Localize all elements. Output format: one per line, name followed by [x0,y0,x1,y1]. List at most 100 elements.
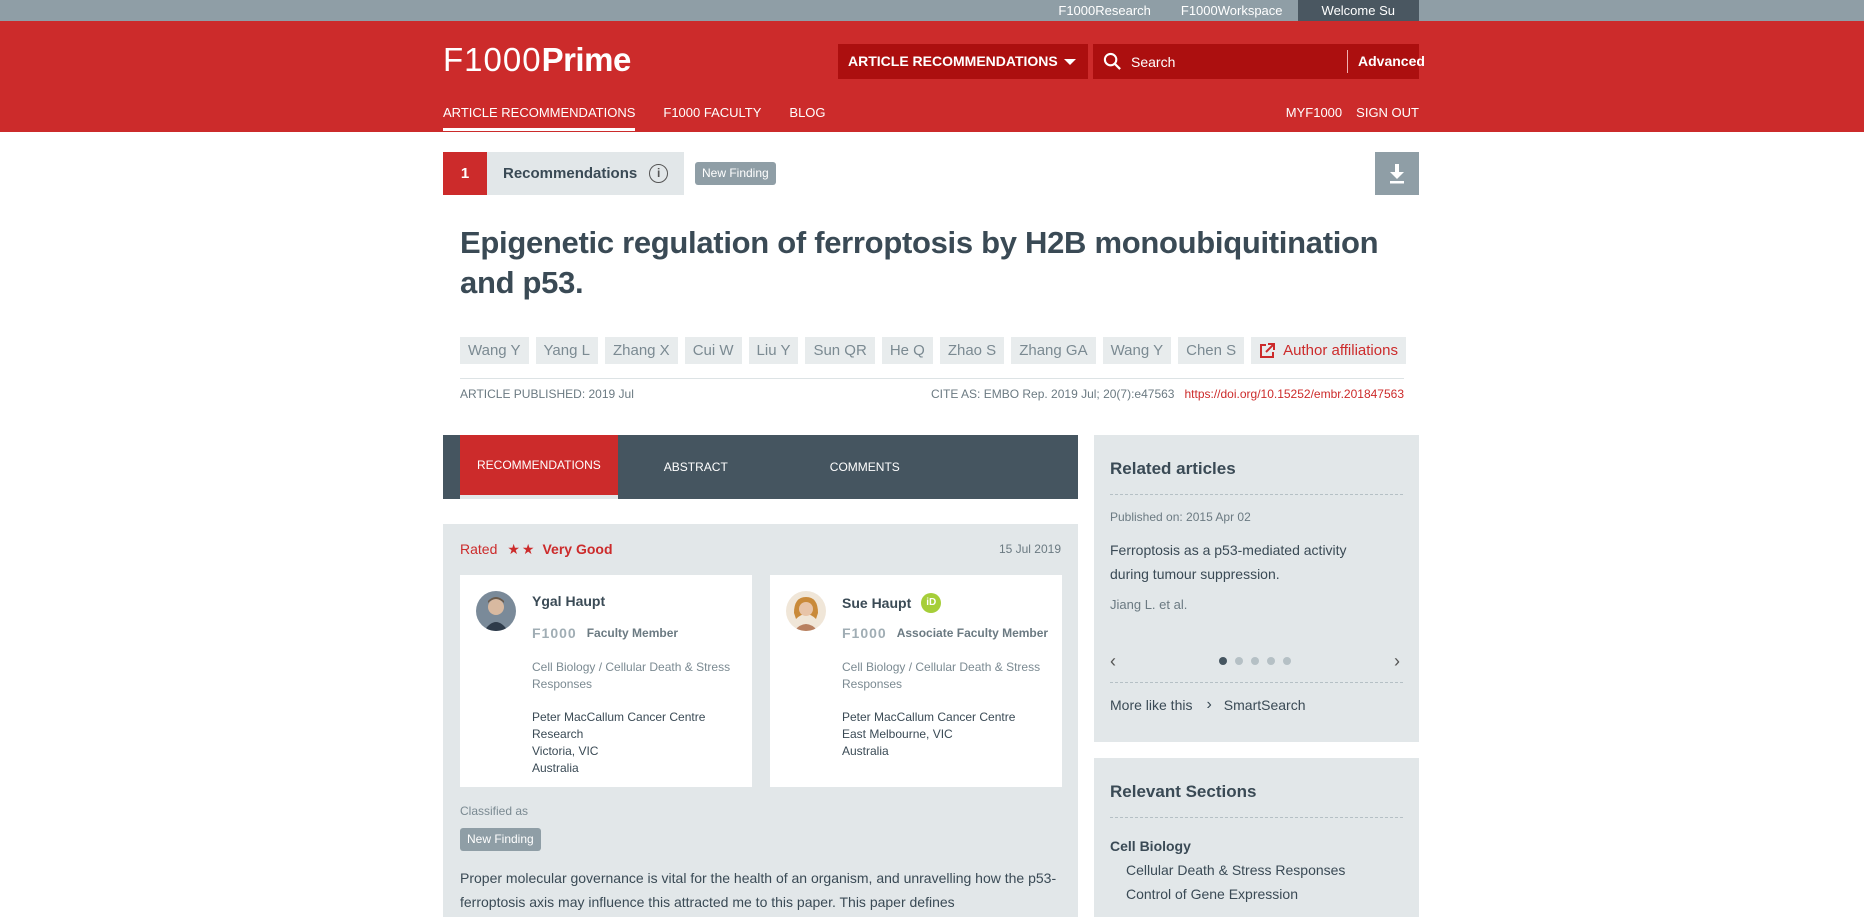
pager-dot[interactable] [1283,657,1291,665]
recommendations-label: Recommendations [503,165,638,182]
avatar[interactable] [786,591,826,631]
f1000research-link[interactable]: F1000Research [1043,0,1166,21]
avatar[interactable] [476,591,516,631]
article-tabs: RECOMMENDATIONS ABSTRACT COMMENTS [443,435,1078,499]
author-tag[interactable]: Zhang X [604,337,678,364]
reviewer-section[interactable]: Cell Biology / Cellular Death & Stress R… [842,659,1042,693]
welcome-user[interactable]: Welcome Su [1297,0,1419,21]
recommendation-date: 15 Jul 2019 [998,542,1061,556]
address-line: Australia [532,761,579,775]
classification-badge[interactable]: New Finding [460,828,541,851]
published-date: ARTICLE PUBLISHED: 2019 Jul [460,387,634,401]
chevron-right-icon: › [1206,696,1212,713]
pager-dot[interactable] [1267,657,1275,665]
tab-recommendations[interactable]: RECOMMENDATIONS [460,435,618,499]
nav-blog[interactable]: BLOG [789,105,825,131]
reviewer-address: Peter MacCallum Cancer Centre East Melbo… [842,709,1042,760]
search-icon[interactable] [1103,52,1122,71]
author-tag[interactable]: Wang Y [460,337,529,364]
reviewer-name[interactable]: Sue Haupt iD [842,593,942,613]
related-articles-heading: Related articles [1110,459,1236,478]
relevant-sections-heading: Relevant Sections [1110,782,1257,801]
address-line: Australia [842,744,889,758]
carousel-pager [1219,657,1299,665]
author-tag[interactable]: Chen S [1178,337,1245,364]
more-like-this[interactable]: More like this › SmartSearch [1110,696,1306,714]
section-subcategory[interactable]: Cellular Death & Stress Responses [1126,862,1345,878]
nav-sign-out[interactable]: SIGN OUT [1356,105,1419,121]
main-nav: ARTICLE RECOMMENDATIONS F1000 FACULTY BL… [443,105,854,131]
pager-dot[interactable] [1251,657,1259,665]
relevant-sections-panel: Relevant Sections Cell Biology Cellular … [1094,758,1419,917]
chevron-down-icon [1064,59,1076,65]
search-category-label: ARTICLE RECOMMENDATIONS [848,53,1058,69]
advanced-search-link[interactable]: Advanced [1358,44,1425,79]
recommendation-text: Proper molecular governance is vital for… [460,870,1057,910]
author-affiliations-label: Author affiliations [1283,342,1398,359]
author-list: Wang Y Yang L Zhang X Cui W Liu Y Sun QR… [460,337,1406,364]
new-finding-badge: New Finding [695,162,776,185]
article-title: Epigenetic regulation of ferroptosis by … [460,225,1379,300]
related-article-authors: Jiang L. et al. [1110,597,1188,612]
download-icon [1390,164,1404,184]
reviewer-address: Peter MacCallum Cancer Centre Research V… [532,709,732,777]
nav-article-recommendations[interactable]: ARTICLE RECOMMENDATIONS [443,105,636,131]
nav-f1000-faculty[interactable]: F1000 FACULTY [663,105,761,131]
related-article-title[interactable]: Ferroptosis as a p53-mediated activity d… [1110,538,1380,586]
related-published-date: Published on: 2015 Apr 02 [1110,510,1251,524]
recommendation-count: 1 [443,152,487,195]
divider [1110,494,1403,495]
reviewer-card: Ygal Haupt F1000 Faculty Member Cell Bio… [460,575,752,787]
chevron-left-icon[interactable]: ‹ [1110,651,1116,672]
author-tag[interactable]: Cui W [684,337,742,364]
author-tag[interactable]: Liu Y [748,337,799,364]
top-links: F1000Research F1000Workspace Welcome Su [1043,0,1419,21]
author-tag[interactable]: He Q [881,337,933,364]
classified-label: Classified as [460,804,529,818]
f1000prime-logo[interactable]: F1000Prime [443,41,631,79]
logo-prime: Prime [541,41,632,78]
orcid-icon[interactable]: iD [921,593,942,613]
rating: Rated ★★ Very Good [460,541,613,558]
rating-value: Very Good [542,541,613,557]
more-like-this-label: More like this [1110,697,1193,713]
reviewer-section[interactable]: Cell Biology / Cellular Death & Stress R… [532,659,732,693]
search-category-select[interactable]: ARTICLE RECOMMENDATIONS [838,44,1088,79]
rated-label: Rated [460,541,498,557]
reviewer-role-label: Faculty Member [586,626,679,640]
tab-comments[interactable]: COMMENTS [814,435,916,499]
section-subcategory[interactable]: Control of Gene Expression [1126,886,1298,902]
search-input[interactable] [1131,44,1331,79]
divider [1110,682,1403,683]
doi-link[interactable]: https://doi.org/10.15252/embr.201847563 [1184,387,1404,401]
tab-abstract[interactable]: ABSTRACT [648,435,744,499]
address-line: Peter MacCallum Cancer Centre [532,710,706,724]
chevron-right-icon[interactable]: › [1394,651,1400,672]
smartsearch-link[interactable]: SmartSearch [1224,697,1306,713]
author-tag[interactable]: Yang L [535,337,598,364]
reviewer-role: F1000 Associate Faculty Member [842,625,1048,641]
author-tag[interactable]: Wang Y [1102,337,1172,364]
author-affiliations-link[interactable]: Author affiliations [1251,337,1406,364]
pager-dot[interactable] [1235,657,1243,665]
download-button[interactable] [1375,152,1419,195]
meta-divider [460,378,1404,379]
author-tag[interactable]: Sun QR [805,337,875,364]
author-tag[interactable]: Zhao S [939,337,1005,364]
f1000-logo: F1000 [532,625,577,641]
f1000workspace-link[interactable]: F1000Workspace [1166,0,1298,21]
nav-myf1000[interactable]: MYF1000 [1286,105,1342,121]
star-icons: ★★ [507,541,537,557]
reviewer-name[interactable]: Ygal Haupt [532,593,605,609]
external-link-icon [1260,342,1276,358]
cite-as: CITE AS: EMBO Rep. 2019 Jul; 20(7):e4756… [931,387,1175,401]
address-line: Peter MacCallum Cancer Centre [842,710,1016,724]
f1000-logo: F1000 [842,625,887,641]
recommendation-panel: Rated ★★ Very Good 15 Jul 2019 Ygal Haup… [443,524,1078,917]
pager-dot[interactable] [1219,657,1227,665]
info-icon[interactable]: i [649,164,669,183]
section-category[interactable]: Cell Biology [1110,838,1191,854]
reviewer-card: Sue Haupt iD F1000 Associate Faculty Mem… [770,575,1062,787]
site-header: F1000Prime ARTICLE RECOMMENDATIONS Advan… [0,21,1864,132]
author-tag[interactable]: Zhang GA [1011,337,1096,364]
